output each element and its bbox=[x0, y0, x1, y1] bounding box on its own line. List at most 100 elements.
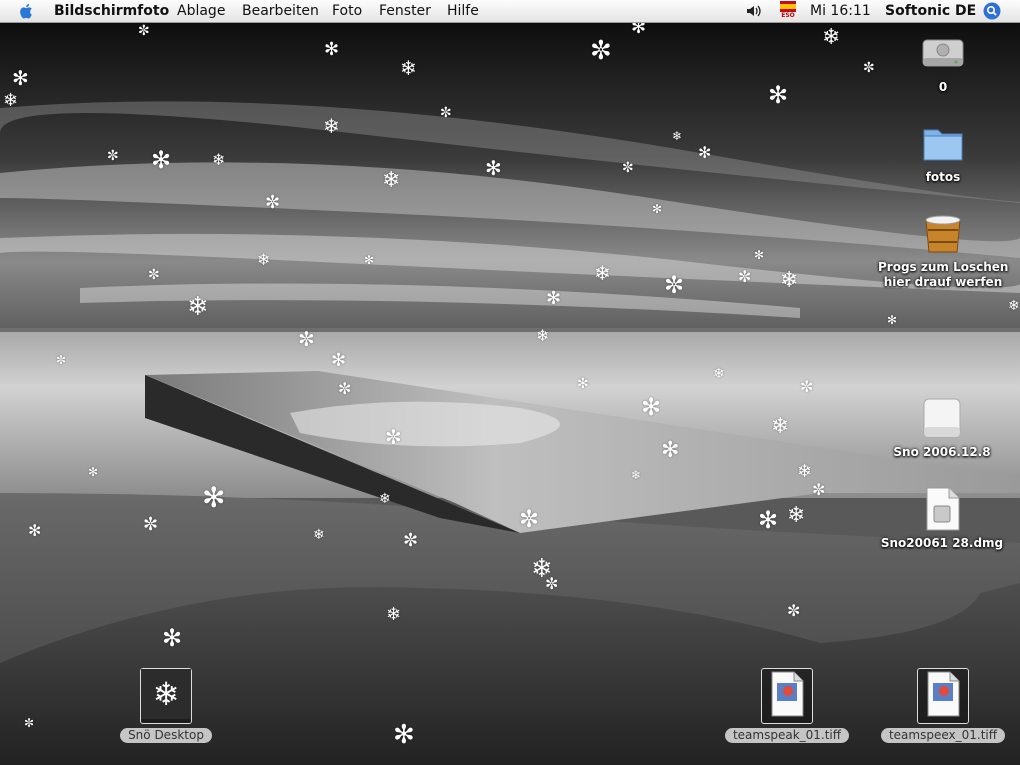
desktop[interactable]: ✻ ❄ ✼ ✻ ❄ ✼ ✻ ❄ ✼ ✻ ❄ ✼ ✻ ❄ ✼ ✻ ❄ ✼ ✻ ❄ ✼ ✻ ❄ ✼ ✻ ❄ ✼ ✻ ❄ ✼ ✻ ❄ ✼ ✻ ❄ ✼ ✻ ❄ ✼ ✻… bbox=[0, 23, 1020, 765]
snowflake-icon: ✼ bbox=[138, 23, 150, 39]
snowflake-icon: ❄ bbox=[212, 150, 226, 169]
snowflake-icon: ✻ bbox=[631, 23, 647, 38]
folder-icon bbox=[923, 129, 963, 161]
tiff-file-icon bbox=[771, 671, 804, 717]
snowflake-icon: ✻ bbox=[151, 146, 172, 174]
snowflake-icon: ✻ bbox=[641, 393, 662, 421]
volume-icon-item[interactable]: Sno 2006.12.8 bbox=[886, 395, 998, 460]
hard-disk-icon bbox=[922, 39, 964, 67]
sno-desktop-icon-item[interactable]: ❄ Snö Desktop bbox=[110, 668, 222, 743]
snowflake-icon: ✻ bbox=[652, 202, 663, 216]
input-menu-flag[interactable]: ESO bbox=[779, 1, 797, 21]
svg-text:❄: ❄ bbox=[153, 675, 180, 713]
snowflake-icon: ❄ bbox=[313, 527, 325, 543]
snowflake-icon: ✻ bbox=[577, 376, 589, 392]
tiff-file-2-label: teamspeex_01.tiff bbox=[880, 728, 1006, 743]
snowflake-icon: ✼ bbox=[812, 480, 826, 499]
apple-menu-icon[interactable] bbox=[18, 2, 36, 20]
disk-label: 0 bbox=[938, 80, 948, 94]
snowflake-icon: ✼ bbox=[800, 377, 814, 396]
snowflake-icon: ✼ bbox=[107, 148, 119, 164]
tiff-file-2-item[interactable]: teamspeex_01.tiff bbox=[873, 668, 1013, 743]
tiff-file-icon bbox=[927, 671, 960, 717]
snowflake-icon: ❄ bbox=[379, 491, 391, 507]
desktop-wallpaper bbox=[0, 23, 1020, 765]
menu-clock[interactable]: Mi 16:11 bbox=[810, 2, 871, 20]
spain-flag-icon bbox=[780, 1, 796, 12]
dmg-label: Sno20061 28.dmg bbox=[880, 536, 1004, 550]
tiff-file-1-item[interactable]: teamspeak_01.tiff bbox=[720, 668, 854, 743]
snowflake-icon: ✼ bbox=[738, 267, 752, 286]
snowflake-icon: ✼ bbox=[143, 514, 159, 535]
snowflake-icon: ✻ bbox=[661, 438, 680, 463]
app-menu[interactable]: Bildschirmfoto bbox=[54, 2, 169, 20]
snowflake-icon: ✼ bbox=[338, 379, 352, 398]
snowflake-icon: ✼ bbox=[622, 160, 634, 176]
snowflake-icon: ✻ bbox=[768, 81, 789, 109]
tiff-file-1-label: teamspeak_01.tiff bbox=[724, 728, 850, 743]
snowflake-icon: ❄ bbox=[797, 461, 813, 482]
menu-fenster[interactable]: Fenster bbox=[379, 2, 431, 20]
snowflake-icon: ✻ bbox=[758, 506, 779, 534]
sno-desktop-label: Snö Desktop bbox=[120, 728, 212, 743]
snowflake-icon: ✼ bbox=[440, 105, 452, 121]
input-flag-label: ESO bbox=[781, 12, 795, 19]
snowflake-icon: ✼ bbox=[148, 267, 160, 283]
trash-label-line1: Progs zum Loschen bbox=[878, 260, 1009, 274]
snowflake-icon: ✻ bbox=[887, 313, 898, 327]
bucket-icon bbox=[925, 215, 961, 253]
snowflake-icon: ❄ bbox=[594, 261, 611, 285]
snowflake-icon: ❄ bbox=[386, 604, 402, 625]
snowflake-icon: ✼ bbox=[545, 574, 559, 593]
volume-icon[interactable] bbox=[746, 4, 762, 18]
snowflake-icon: ✻ bbox=[393, 720, 415, 750]
snowflake-icon: ✻ bbox=[28, 521, 42, 540]
snowflake-icon: ✼ bbox=[403, 530, 419, 551]
menu-hilfe[interactable]: Hilfe bbox=[447, 2, 479, 20]
menu-bar: Bildschirmfoto Ablage Bearbeiten Foto Fe… bbox=[0, 0, 1020, 23]
snowflake-icon: ❄ bbox=[771, 414, 790, 439]
snowflake-icon: ❄ bbox=[713, 366, 725, 382]
snowflake-icon: ❄ bbox=[3, 90, 19, 111]
snowflake-icon: ✻ bbox=[698, 143, 712, 162]
snowflake-icon: ✻ bbox=[364, 253, 375, 267]
folder-icon-item[interactable]: fotos bbox=[900, 120, 986, 185]
snowflake-icon: ✼ bbox=[664, 271, 685, 299]
snowflake-icon: ❄ bbox=[672, 129, 683, 143]
user-menu[interactable]: Softonic DE bbox=[885, 2, 976, 20]
snowflake-icon: ✻ bbox=[162, 624, 183, 652]
snowflake-icon: ❄ bbox=[787, 503, 806, 528]
menu-bearbeiten[interactable]: Bearbeiten bbox=[242, 2, 319, 20]
volume-label: Sno 2006.12.8 bbox=[893, 445, 991, 459]
snowflake-icon: ✻ bbox=[754, 248, 765, 262]
snowflake-icon: ✼ bbox=[298, 327, 315, 351]
disk-icon-item[interactable]: 0 bbox=[900, 30, 986, 95]
snowflake-icon: ❄ bbox=[323, 114, 340, 138]
menu-ablage[interactable]: Ablage bbox=[177, 2, 225, 20]
trash-bucket-icon-item[interactable]: Progs zum Loschen hier drauf werfen bbox=[878, 210, 1008, 290]
sno-desktop-app-icon: ❄ bbox=[141, 669, 191, 719]
snowflake-icon: ✼ bbox=[56, 353, 67, 367]
disk-image-file-icon bbox=[926, 487, 960, 531]
snowflake-icon: ✼ bbox=[24, 716, 35, 730]
snowflake-icon: ❄ bbox=[536, 326, 550, 345]
snowflake-icon: ✻ bbox=[88, 465, 99, 479]
snowflake-icon: ✻ bbox=[324, 39, 340, 60]
snowflake-icon: ✼ bbox=[787, 601, 801, 620]
spotlight-search-icon[interactable] bbox=[983, 2, 1001, 20]
snowflake-icon: ❄ bbox=[631, 468, 642, 482]
mounted-volume-icon bbox=[923, 398, 961, 438]
snowflake-icon: ✼ bbox=[265, 192, 281, 213]
dmg-icon-item[interactable]: Sno20061 28.dmg bbox=[880, 486, 1004, 551]
snowflake-icon: ❄ bbox=[822, 25, 841, 50]
snowflake-icon: ✻ bbox=[546, 288, 562, 309]
snowflake-icon: ✼ bbox=[863, 60, 875, 76]
snowflake-icon: ✻ bbox=[12, 66, 29, 90]
snowflake-icon: ✼ bbox=[385, 425, 402, 449]
snowflake-icon: ✻ bbox=[485, 156, 502, 180]
snowflake-icon: ❄ bbox=[1008, 298, 1020, 314]
menu-foto[interactable]: Foto bbox=[332, 2, 362, 20]
snowflake-icon: ❄ bbox=[187, 292, 209, 322]
snowflake-icon: ✻ bbox=[202, 481, 226, 514]
snowflake-icon: ❄ bbox=[382, 168, 401, 193]
